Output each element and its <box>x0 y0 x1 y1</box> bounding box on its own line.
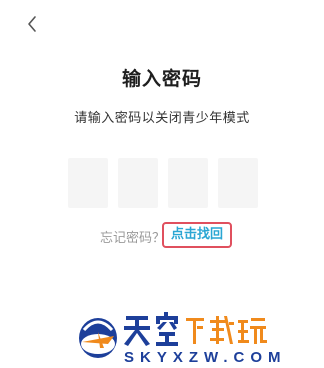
page-subtitle: 请输入密码以关闭青少年模式 <box>74 111 250 126</box>
recover-password-link[interactable]: 点击找回 <box>162 222 232 248</box>
svg-text:SKYXZW.COM: SKYXZW.COM <box>124 349 287 364</box>
pin-input[interactable] <box>68 158 258 208</box>
pin-digit-box[interactable] <box>118 158 158 208</box>
chevron-left-icon <box>28 16 36 32</box>
forgot-password-label: 忘记密码？ <box>100 231 166 246</box>
pin-digit-box[interactable] <box>218 158 258 208</box>
pin-digit-box[interactable] <box>168 158 208 208</box>
back-button[interactable] <box>20 12 44 36</box>
watermark-logo: SKYXZW.COM <box>78 304 324 366</box>
pin-digit-box[interactable] <box>68 158 108 208</box>
page-title: 输入密码 <box>121 68 202 90</box>
